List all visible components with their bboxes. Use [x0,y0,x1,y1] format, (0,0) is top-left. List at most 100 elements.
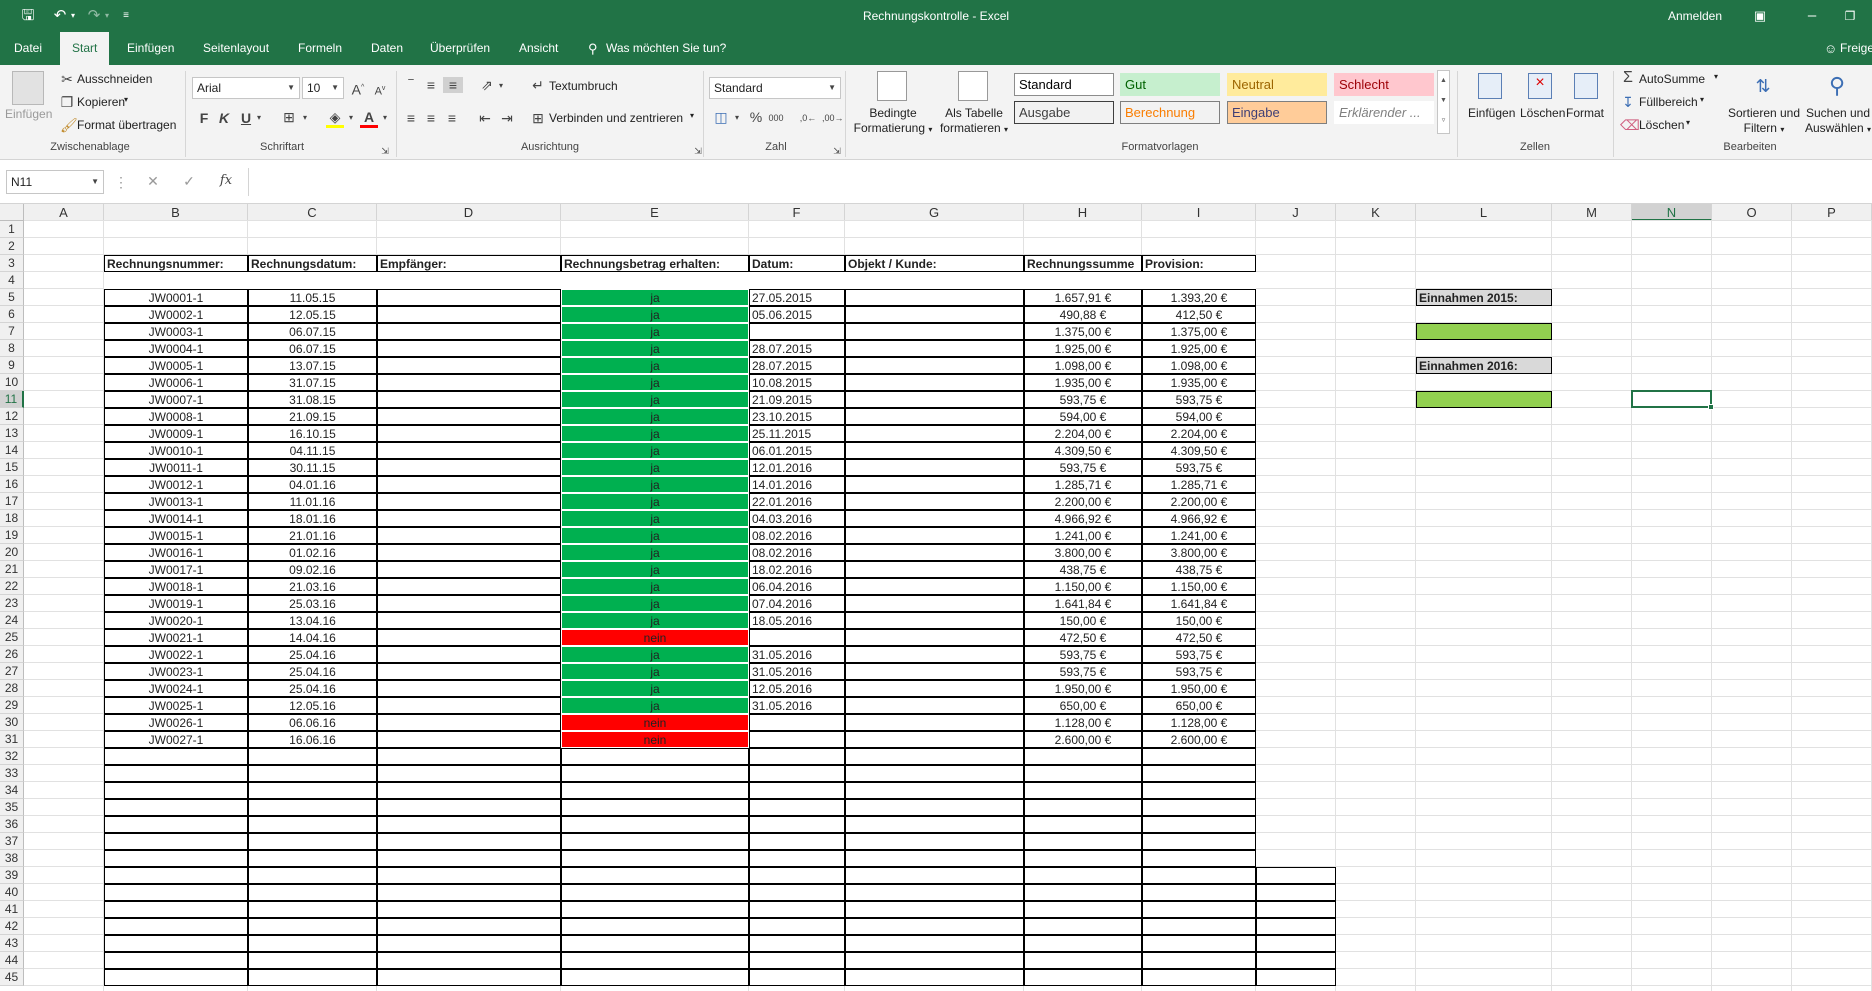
recipient-cell[interactable] [377,357,561,374]
recipient-cell[interactable] [377,714,561,731]
invoice-number[interactable]: JW0025-1 [104,697,248,714]
ribbon-display-icon[interactable]: ▣ [1748,4,1772,28]
payment-status[interactable]: ja [561,289,749,306]
customer-cell[interactable] [845,510,1024,527]
invoice-sum[interactable]: 1.128,00 € [1024,714,1142,731]
autosum-icon[interactable]: Σ [1620,70,1636,86]
recipient-cell[interactable] [377,459,561,476]
invoice-date[interactable]: 09.02.16 [248,561,377,578]
column-title-c[interactable]: Rechnungsdatum: [248,255,377,272]
fill-button[interactable]: Füllbereich [1639,95,1698,109]
empty-cell[interactable] [561,799,749,816]
payment-status[interactable]: ja [561,306,749,323]
invoice-sum[interactable]: 3.800,00 € [1024,544,1142,561]
invoice-date[interactable]: 13.07.15 [248,357,377,374]
cut-button[interactable]: Ausschneiden [77,72,152,86]
cell-style-8[interactable]: Erklärender ... [1334,101,1434,124]
invoice-date[interactable]: 11.01.16 [248,493,377,510]
dialog-launcher-icon[interactable]: ⇲ [693,143,703,159]
empty-cell[interactable] [749,952,845,969]
recipient-cell[interactable] [377,425,561,442]
empty-cell[interactable] [561,748,749,765]
font-name-dropdown[interactable]: Arial ▼ [192,77,300,99]
payment-status[interactable]: ja [561,527,749,544]
payment-status[interactable]: ja [561,391,749,408]
payment-status[interactable]: nein [561,731,749,748]
payment-date[interactable]: 05.06.2015 [749,306,845,323]
accounting-dropdown-icon[interactable]: ▾ [732,110,742,126]
payment-date[interactable]: 31.05.2016 [749,697,845,714]
empty-cell[interactable] [104,816,248,833]
empty-cell[interactable] [377,969,561,986]
payment-date[interactable]: 21.09.2015 [749,391,845,408]
restore-icon[interactable]: ❐ [1838,4,1862,28]
formula-input[interactable] [248,168,1872,196]
empty-cell[interactable] [377,935,561,952]
clear-dropdown-icon[interactable]: ▾ [1686,118,1690,127]
empty-cell[interactable] [1142,918,1256,935]
empty-cell[interactable] [104,765,248,782]
empty-cell[interactable] [845,748,1024,765]
tab-datei[interactable]: Datei [12,32,44,65]
invoice-number[interactable]: JW0027-1 [104,731,248,748]
commission[interactable]: 472,50 € [1142,629,1256,646]
payment-date[interactable]: 31.05.2016 [749,663,845,680]
recipient-cell[interactable] [377,578,561,595]
invoice-sum[interactable]: 150,00 € [1024,612,1142,629]
payment-status[interactable]: ja [561,357,749,374]
empty-cell[interactable] [248,901,377,918]
payment-date[interactable]: 31.05.2016 [749,646,845,663]
invoice-number[interactable]: JW0005-1 [104,357,248,374]
align-right-icon[interactable]: ≡ [443,110,461,126]
invoice-sum[interactable]: 490,88 € [1024,306,1142,323]
percent-icon[interactable]: % [748,109,764,125]
empty-cell[interactable] [749,748,845,765]
cell-style-2[interactable]: Gut [1120,73,1220,96]
commission[interactable]: 3.800,00 € [1142,544,1256,561]
fill-dropdown-icon[interactable]: ▾ [1700,95,1704,104]
customer-cell[interactable] [845,306,1024,323]
invoice-number[interactable]: JW0020-1 [104,612,248,629]
decrease-decimal-icon[interactable]: ,00→ [822,110,844,126]
customer-cell[interactable] [845,476,1024,493]
payment-date[interactable]: 07.04.2016 [749,595,845,612]
recipient-cell[interactable] [377,612,561,629]
empty-cell[interactable] [248,850,377,867]
invoice-date[interactable]: 21.09.15 [248,408,377,425]
empty-cell[interactable] [749,799,845,816]
tab-formeln[interactable]: Formeln [296,32,344,65]
empty-cell[interactable] [561,850,749,867]
invoice-number[interactable]: JW0014-1 [104,510,248,527]
invoice-sum[interactable]: 1.375,00 € [1024,323,1142,340]
fill-handle[interactable] [1708,404,1714,410]
empty-cell[interactable] [248,952,377,969]
invoice-number[interactable]: JW0003-1 [104,323,248,340]
customer-cell[interactable] [845,714,1024,731]
commission[interactable]: 1.128,00 € [1142,714,1256,731]
payment-status[interactable]: ja [561,680,749,697]
invoice-date[interactable]: 16.10.15 [248,425,377,442]
invoice-sum[interactable]: 593,75 € [1024,391,1142,408]
accounting-format-icon[interactable]: ◫ [712,109,730,125]
commission[interactable]: 1.950,00 € [1142,680,1256,697]
empty-cell[interactable] [1024,850,1142,867]
empty-cell[interactable] [749,884,845,901]
empty-cell[interactable] [1142,901,1256,918]
font-color-icon[interactable]: A [360,109,378,128]
payment-status[interactable]: ja [561,493,749,510]
commission[interactable]: 150,00 € [1142,612,1256,629]
empty-cell[interactable] [104,748,248,765]
invoice-sum[interactable]: 1.657,91 € [1024,289,1142,306]
customer-cell[interactable] [845,731,1024,748]
income-2015-label[interactable]: Einnahmen 2015: [1416,289,1552,306]
invoice-number[interactable]: JW0004-1 [104,340,248,357]
format-as-table-icon[interactable] [958,71,988,101]
customer-cell[interactable] [845,527,1024,544]
save-icon[interactable]: 🖫 [16,4,40,28]
empty-cell[interactable] [377,850,561,867]
format-cells-icon[interactable] [1574,73,1598,99]
invoice-sum[interactable]: 1.950,00 € [1024,680,1142,697]
empty-cell[interactable] [845,935,1024,952]
invoice-number[interactable]: JW0012-1 [104,476,248,493]
recipient-cell[interactable] [377,527,561,544]
